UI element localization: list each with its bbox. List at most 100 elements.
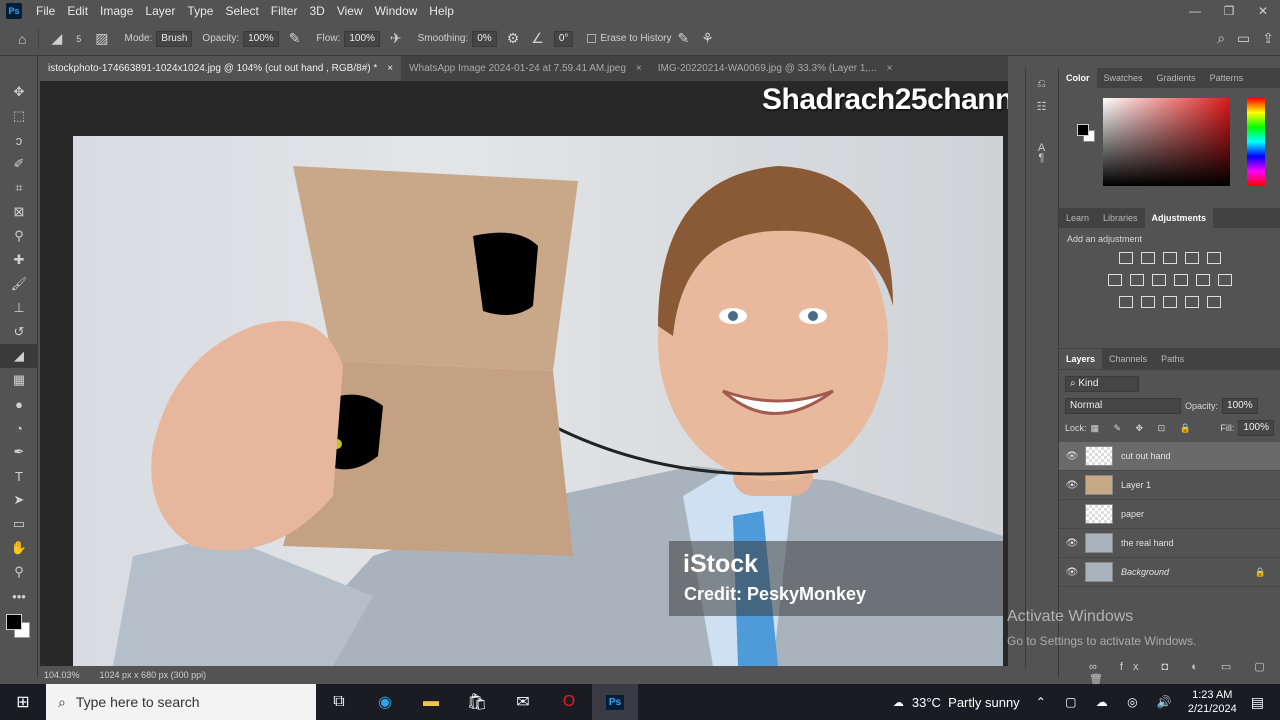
layer-row[interactable]: 👁 the real hand [1059, 529, 1280, 558]
color-field[interactable] [1103, 98, 1230, 186]
opacity-field[interactable]: 100% [243, 30, 279, 47]
blur-tool-icon[interactable]: ● [0, 392, 38, 416]
weather-text[interactable]: 33°C Partly sunny [912, 695, 1020, 710]
history-brush-tool-icon[interactable]: ↺ [0, 320, 38, 344]
eye-icon[interactable]: 👁 [1059, 451, 1085, 462]
menu-filter[interactable]: Filter [265, 0, 304, 22]
tab-swatches[interactable]: Swatches [1097, 68, 1150, 88]
workspace-icon[interactable]: ▭ [1237, 30, 1250, 47]
hue-slider[interactable] [1247, 98, 1265, 186]
layer-fill-field[interactable]: 100% [1238, 420, 1274, 436]
menu-help[interactable]: Help [423, 0, 460, 22]
gradient-map-icon[interactable] [1206, 296, 1221, 308]
mode-select[interactable]: Brush [156, 30, 193, 47]
tab-whatsapp-image[interactable]: WhatsApp Image 2024-01-24 at 7.59.41 AM.… [401, 56, 650, 81]
move-tool-icon[interactable]: ✥ [0, 80, 38, 104]
exposure-icon[interactable] [1184, 252, 1199, 264]
share-icon[interactable]: ⇪ [1262, 30, 1274, 47]
black-white-icon[interactable] [1151, 274, 1166, 286]
close-icon[interactable]: ✕ [1246, 4, 1280, 18]
notification-icon[interactable]: ▤ [1251, 694, 1264, 711]
menu-image[interactable]: Image [94, 0, 139, 22]
eyedropper-tool-icon[interactable]: ⚲ [0, 224, 38, 248]
curves-icon[interactable] [1162, 252, 1177, 264]
menu-window[interactable]: Window [369, 0, 424, 22]
foreground-color-swatch[interactable] [6, 614, 22, 630]
tab-img-20220214[interactable]: IMG-20220214-WA0069.jpg @ 33.3% (Layer 1… [650, 56, 901, 81]
tab-libraries[interactable]: Libraries [1096, 208, 1145, 228]
shape-tool-icon[interactable]: ▭ [0, 512, 38, 536]
hue-saturation-icon[interactable] [1107, 274, 1122, 286]
menu-3d[interactable]: 3D [303, 0, 330, 22]
layer-row[interactable]: 👁 cut out hand [1059, 442, 1280, 471]
color-swatches[interactable] [0, 608, 37, 648]
pen-tool-icon[interactable]: ✒ [0, 440, 38, 464]
pressure-size-icon[interactable]: ✎ [678, 30, 690, 47]
layer-footer-icons[interactable]: ∞ fx ◘ ◐ ▭ ▢ 🗑 [1089, 660, 1280, 686]
restore-icon[interactable]: ❐ [1212, 4, 1246, 18]
color-picker[interactable] [1059, 88, 1280, 208]
dodge-tool-icon[interactable]: ◔ [0, 416, 38, 440]
brightness-icon[interactable] [1118, 252, 1133, 264]
pressure-opacity-icon[interactable]: ✎ [289, 30, 301, 47]
menu-view[interactable]: View [331, 0, 369, 22]
minimize-icon[interactable]: — [1178, 4, 1212, 18]
eraser-tool-icon[interactable]: ◢ [0, 344, 38, 368]
menu-file[interactable]: File [30, 0, 61, 22]
brush-size-value[interactable]: 5 [76, 34, 81, 44]
tab-istockphoto[interactable]: istockphoto-174663891-1024x1024.jpg @ 10… [40, 56, 402, 81]
edge-icon[interactable]: ◉ [362, 684, 408, 720]
home-icon[interactable]: ⌂ [18, 31, 26, 47]
layer-filter-select[interactable]: ⌕ Kind [1065, 376, 1139, 392]
fg-swatch-mini[interactable] [1077, 124, 1089, 136]
channel-mixer-icon[interactable] [1195, 274, 1210, 286]
document-canvas[interactable]: iStock Credit: PeskyMonkey [73, 136, 1003, 666]
windows-start-icon[interactable]: ⊞ [0, 684, 46, 720]
tab-layers[interactable]: Layers [1059, 349, 1103, 369]
canvas-workspace[interactable]: iStock Credit: PeskyMonkey Shadrach25cha… [40, 81, 1008, 666]
brush-settings-icon[interactable]: ▨ [95, 30, 108, 47]
frame-tool-icon[interactable]: ⊠ [0, 200, 38, 224]
layer-row[interactable]: 👁 Layer 1 [1059, 471, 1280, 500]
tab-adjustments[interactable]: Adjustments [1144, 208, 1214, 228]
mail-icon[interactable]: ✉ [500, 684, 546, 720]
layer-row[interactable]: paper [1059, 500, 1280, 529]
smoothing-field[interactable]: 0% [472, 30, 497, 47]
tab-channels[interactable]: Channels [1102, 349, 1154, 369]
vibrance-icon[interactable] [1206, 252, 1221, 264]
tab-paths[interactable]: Paths [1154, 349, 1191, 369]
angle-field[interactable]: 0° [553, 30, 574, 47]
color-lookup-icon[interactable] [1217, 274, 1232, 286]
tab-learn[interactable]: Learn [1059, 208, 1096, 228]
document-info[interactable]: 1024 px x 680 px (300 ppi) [100, 670, 207, 680]
zoom-level[interactable]: 104.03% [44, 670, 80, 680]
brush-tool-icon[interactable]: 🖌 [0, 272, 38, 296]
crop-tool-icon[interactable]: ⌗ [0, 176, 38, 200]
tab-patterns[interactable]: Patterns [1203, 68, 1251, 88]
clock[interactable]: 1:23 AM 2/21/2024 [1188, 688, 1237, 716]
store-icon[interactable]: 🛍 [454, 684, 500, 720]
zoom-tool-icon[interactable]: ⚲ [0, 560, 38, 584]
close-tab-icon[interactable]: × [887, 56, 893, 81]
tab-gradients[interactable]: Gradients [1150, 68, 1203, 88]
healing-tool-icon[interactable]: ✚ [0, 248, 38, 272]
weather-icon[interactable]: ☁ [893, 696, 904, 709]
selective-color-icon[interactable] [1184, 296, 1199, 308]
tab-color[interactable]: Color [1059, 68, 1097, 88]
more-tools-icon[interactable]: ••• [0, 584, 38, 608]
posterize-icon[interactable] [1140, 296, 1155, 308]
lasso-tool-icon[interactable]: ↄ [0, 128, 38, 152]
erase-history-checkbox[interactable] [587, 34, 597, 43]
eye-icon[interactable]: 👁 [1059, 567, 1085, 578]
close-tab-icon[interactable]: × [636, 56, 642, 81]
properties-panel-icon[interactable]: ☷ [1026, 90, 1057, 113]
airbrush-icon[interactable]: ✈ [390, 30, 402, 47]
eye-icon[interactable]: 👁 [1059, 480, 1085, 491]
quick-select-tool-icon[interactable]: ✐ [0, 152, 38, 176]
photoshop-taskbar-icon[interactable]: Ps [592, 684, 638, 720]
menu-type[interactable]: Type [181, 0, 219, 22]
type-tool-icon[interactable]: T [0, 464, 38, 488]
smoothing-gear-icon[interactable]: ⚙ [507, 30, 520, 47]
file-explorer-icon[interactable]: ▬ [408, 684, 454, 720]
lock-icons[interactable]: ▦ ✎ ✥ ⊡ 🔒 [1091, 423, 1197, 434]
